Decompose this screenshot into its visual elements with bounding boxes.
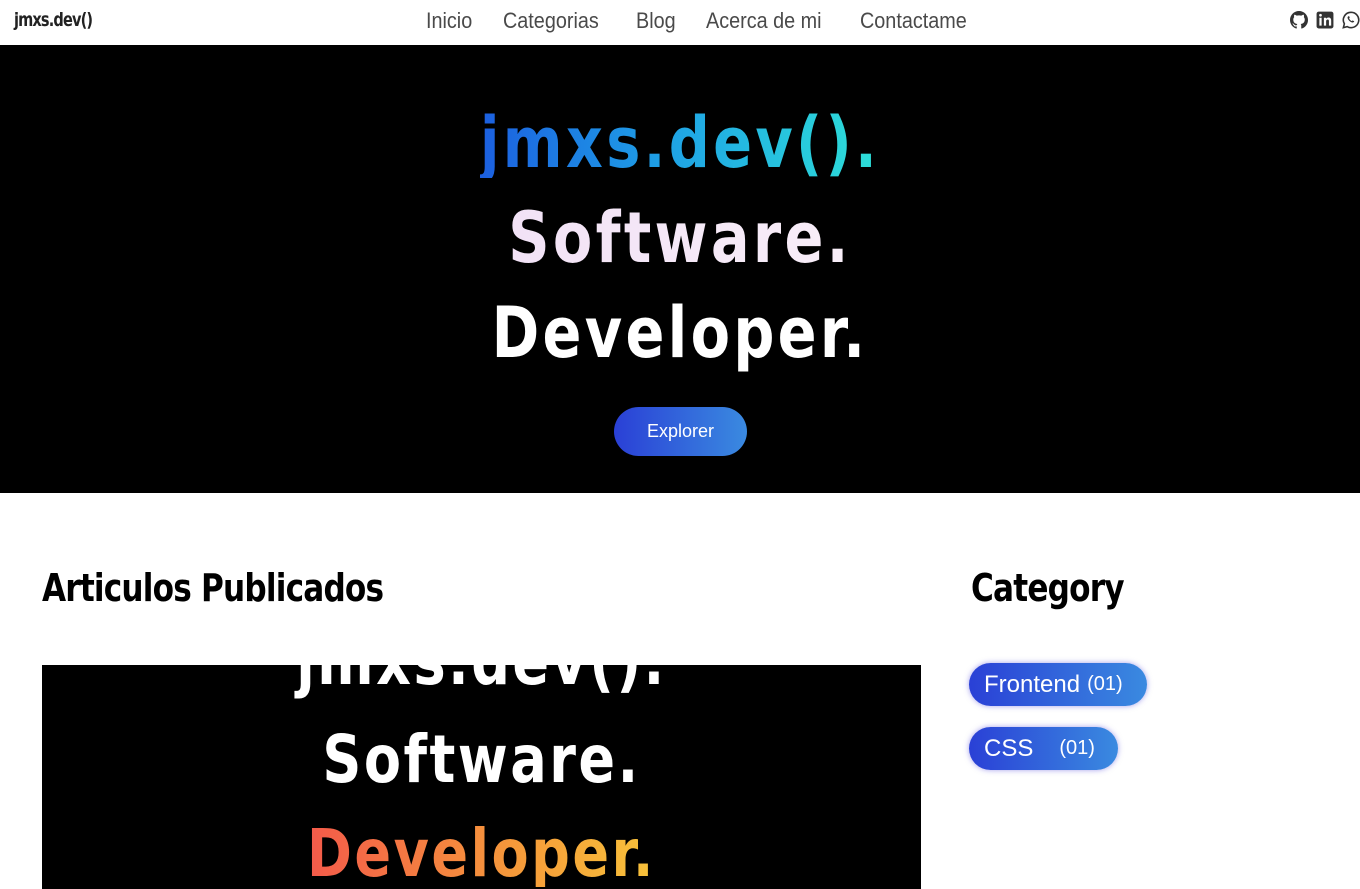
brand-logo[interactable]: jmxs.dev() bbox=[14, 9, 93, 31]
category-chip-count: (01) bbox=[1059, 737, 1095, 759]
nav-link-contactame[interactable]: Contactame bbox=[860, 8, 967, 34]
nav-link-blog[interactable]: Blog bbox=[636, 8, 676, 34]
nav-link-acerca[interactable]: Acerca de mi bbox=[706, 8, 822, 34]
nav-link-inicio[interactable]: Inicio bbox=[426, 8, 472, 34]
github-icon[interactable] bbox=[1290, 11, 1308, 29]
top-navbar: jmxs.dev() Inicio Categorias Blog Acerca… bbox=[0, 0, 1360, 45]
hero-banner: jmxs.dev(). Software. Developer. Explore… bbox=[0, 45, 1360, 493]
explorer-button[interactable]: Explorer bbox=[614, 407, 747, 456]
category-heading: Category bbox=[971, 566, 1125, 610]
hero-title-line-2: Software. bbox=[122, 203, 1237, 273]
article-card[interactable]: jmxs.dev(). Software. Developer. bbox=[42, 665, 921, 889]
hero-title-text-3: Developer. bbox=[491, 292, 869, 374]
hero-title-text-1: jmxs.dev(). bbox=[479, 102, 881, 184]
social-icons bbox=[1290, 11, 1360, 29]
category-chip-frontend[interactable]: Frontend (01) bbox=[969, 663, 1147, 706]
articles-heading: Articulos Publicados bbox=[42, 566, 384, 610]
article-card-text-3: Developer. bbox=[307, 815, 656, 889]
category-chip-count: (01) bbox=[1087, 673, 1123, 695]
hero-title-line-3: Developer. bbox=[122, 298, 1237, 368]
main-nav: Inicio Categorias Blog Acerca de mi Cont… bbox=[426, 8, 979, 34]
linkedin-icon[interactable] bbox=[1316, 11, 1334, 29]
article-card-text-2: Software. bbox=[322, 721, 641, 798]
category-chip-css[interactable]: CSS (01) bbox=[969, 727, 1118, 770]
article-card-line-1: jmxs.dev(). bbox=[121, 665, 842, 695]
nav-link-categorias[interactable]: Categorias bbox=[503, 8, 599, 34]
category-chip-name: Frontend bbox=[984, 670, 1081, 698]
article-card-line-3: Developer. bbox=[121, 821, 842, 887]
hero-title-line-1: jmxs.dev(). bbox=[122, 108, 1237, 178]
article-card-line-2: Software. bbox=[121, 727, 842, 793]
whatsapp-icon[interactable] bbox=[1342, 11, 1360, 29]
hero-title-text-2: Software. bbox=[508, 197, 852, 279]
category-chip-name: CSS bbox=[984, 734, 1034, 762]
article-card-text-1: jmxs.dev(). bbox=[296, 665, 666, 700]
